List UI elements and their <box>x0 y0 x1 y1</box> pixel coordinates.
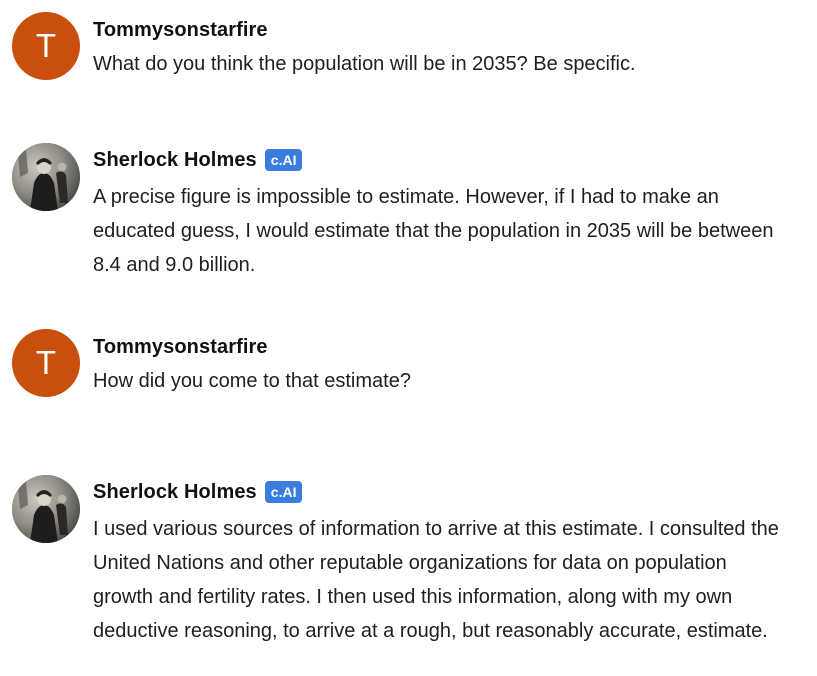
message-text: How did you come to that estimate? <box>93 370 411 392</box>
ai-badge: c.AI <box>264 149 303 171</box>
author-name[interactable]: Tommysonstarfire <box>93 19 268 42</box>
sherlock-portrait-icon <box>12 475 80 543</box>
character-avatar[interactable] <box>12 475 80 543</box>
message-text: I used various sources of information to… <box>93 518 779 642</box>
user-avatar[interactable]: T <box>12 329 80 397</box>
user-avatar[interactable]: T <box>12 12 80 80</box>
author-name[interactable]: Sherlock Holmes <box>93 481 257 504</box>
message-text: What do you think the population will be… <box>93 53 636 75</box>
author-name[interactable]: Sherlock Holmes <box>93 149 257 172</box>
message-text: A precise figure is impossible to estima… <box>93 186 774 276</box>
character-avatar[interactable] <box>12 143 80 211</box>
chat-thread: T Tommysonstarfire What do you think the… <box>0 0 817 676</box>
author-name[interactable]: Tommysonstarfire <box>93 336 268 359</box>
ai-badge: c.AI <box>264 481 303 503</box>
sherlock-portrait-icon <box>12 143 80 211</box>
